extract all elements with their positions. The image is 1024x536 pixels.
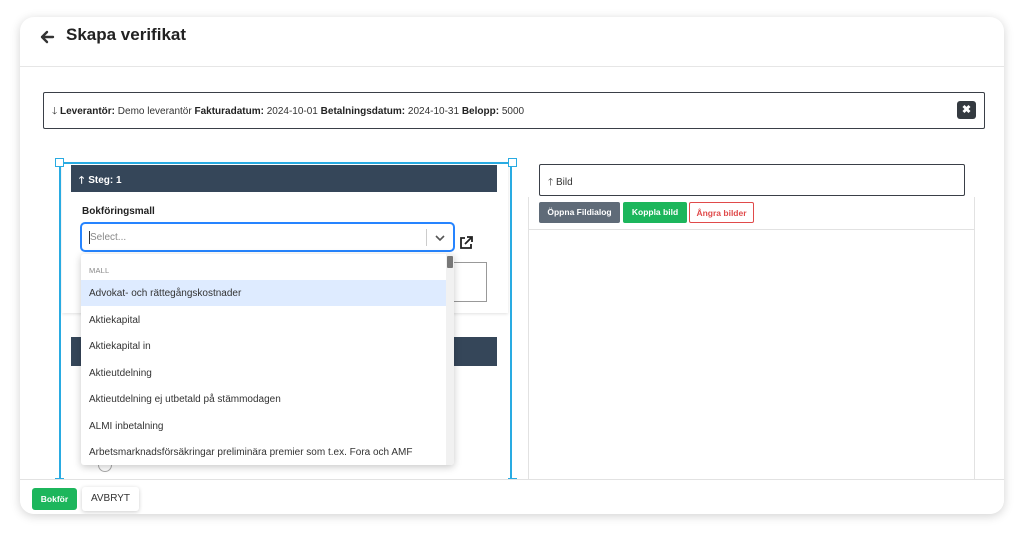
dropdown-option[interactable]: Advokat- och rättegångskostnader — [81, 280, 446, 306]
cancel-button[interactable]: AVBRYT — [82, 487, 139, 511]
bokfor-button[interactable]: Bokför — [32, 488, 77, 510]
arrow-up-icon: 🡑 — [548, 177, 554, 188]
betalningsdatum-label: Betalningsdatum: — [320, 106, 406, 117]
bokforingsmall-dropdown: MALL Advokat- och rättegångskostnader Ak… — [81, 254, 454, 465]
dropdown-option[interactable]: Aktieutdelning ej utbetald på stämmodage… — [81, 386, 446, 412]
undo-images-button[interactable]: Ångra bilder — [689, 202, 754, 223]
link-image-button[interactable]: Koppla bild — [623, 202, 687, 223]
footer-bar — [20, 479, 1004, 514]
select-separator — [426, 229, 427, 246]
fakturadatum-label: Fakturadatum: — [194, 106, 264, 117]
leverantor-value: Demo leverantör — [117, 106, 192, 117]
resize-handle[interactable] — [55, 158, 64, 167]
leverantor-label: Leverantör: — [59, 106, 115, 117]
invoice-info-text: 🡓 Leverantör: Demo leverantör Fakturadat… — [52, 104, 524, 121]
image-panel — [528, 197, 975, 497]
chevron-down-icon[interactable] — [434, 232, 446, 244]
belopp-label: Belopp: — [461, 106, 500, 117]
main-card: Skapa verifikat 🡓 Leverantör: Demo lever… — [20, 17, 1004, 514]
step-header[interactable]: 🡑 Steg: 1 — [71, 165, 497, 192]
page-title: Skapa verifikat — [66, 25, 187, 44]
arrow-down-icon: 🡓 — [52, 106, 58, 117]
dropdown-option[interactable]: Aktiekapital — [81, 307, 446, 333]
page-header: Skapa verifikat — [20, 17, 1004, 67]
scrollbar-thumb[interactable] — [447, 256, 453, 268]
dropdown-scrollbar[interactable] — [446, 254, 454, 465]
external-link-icon[interactable] — [458, 235, 474, 251]
divider — [528, 229, 975, 230]
fakturadatum-value: 2024-10-01 — [266, 106, 318, 117]
open-file-dialog-button[interactable]: Öppna Fildialog — [539, 202, 620, 223]
dropdown-option[interactable]: Aktiekapital in — [81, 333, 446, 359]
image-header-text: 🡑 Bild — [548, 175, 573, 192]
dropdown-option[interactable]: Aktieutdelning — [81, 360, 446, 386]
belopp-value: 5000 — [501, 106, 525, 117]
betalningsdatum-value: 2024-10-31 — [407, 106, 460, 117]
bokforingsmall-label: Bokföringsmall — [82, 206, 155, 217]
image-header[interactable]: 🡑 Bild — [539, 164, 965, 196]
dropdown-option[interactable]: ALMI inbetalning — [81, 413, 446, 439]
bokforingsmall-select[interactable]: Select... — [81, 223, 454, 251]
arrow-left-icon[interactable] — [38, 28, 56, 46]
step-label: Steg: 1 — [88, 175, 122, 186]
dropdown-option[interactable]: Arbetsmarknadsförsäkringar preliminära p… — [81, 439, 446, 465]
invoice-info-bar[interactable]: 🡓 Leverantör: Demo leverantör Fakturadat… — [43, 92, 985, 129]
close-icon[interactable]: ✖ — [957, 101, 976, 119]
select-placeholder: Select... — [90, 232, 127, 243]
arrow-up-icon: 🡑 — [79, 175, 85, 186]
image-header-label: Bild — [555, 177, 573, 188]
dropdown-group-label: MALL — [89, 266, 110, 275]
resize-handle[interactable] — [508, 158, 517, 167]
